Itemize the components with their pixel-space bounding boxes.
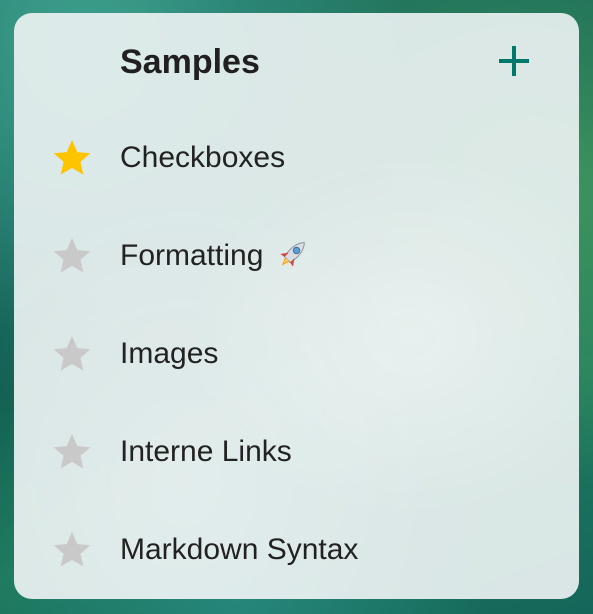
notes-widget: Samples Checkboxes Formatting Images Int… (14, 13, 579, 599)
widget-title: Samples (120, 43, 260, 81)
list-item-label: Images (120, 337, 219, 370)
add-note-button[interactable] (492, 39, 536, 83)
list-item-formatting[interactable]: Formatting (14, 207, 579, 305)
rocket-icon (275, 236, 311, 272)
list-item-label: Checkboxes (120, 141, 286, 174)
list-item-images[interactable]: Images (14, 305, 579, 403)
plus-icon (499, 46, 529, 76)
list-item-markdown-syntax[interactable]: Markdown Syntax (14, 501, 579, 599)
list-item-label: Interne Links (120, 435, 292, 468)
list-item-label: Markdown Syntax (120, 533, 359, 566)
star-outline-icon[interactable] (50, 234, 94, 278)
widget-header: Samples (14, 13, 579, 111)
list-item-label: Formatting (120, 239, 264, 272)
star-outline-icon[interactable] (50, 430, 94, 474)
star-outline-icon[interactable] (50, 332, 94, 376)
star-icon[interactable] (50, 136, 94, 180)
notes-list: Checkboxes Formatting Images Interne Lin… (14, 109, 579, 599)
list-item-checkboxes[interactable]: Checkboxes (14, 109, 579, 207)
star-outline-icon[interactable] (50, 528, 94, 572)
list-item-interne-links[interactable]: Interne Links (14, 403, 579, 501)
